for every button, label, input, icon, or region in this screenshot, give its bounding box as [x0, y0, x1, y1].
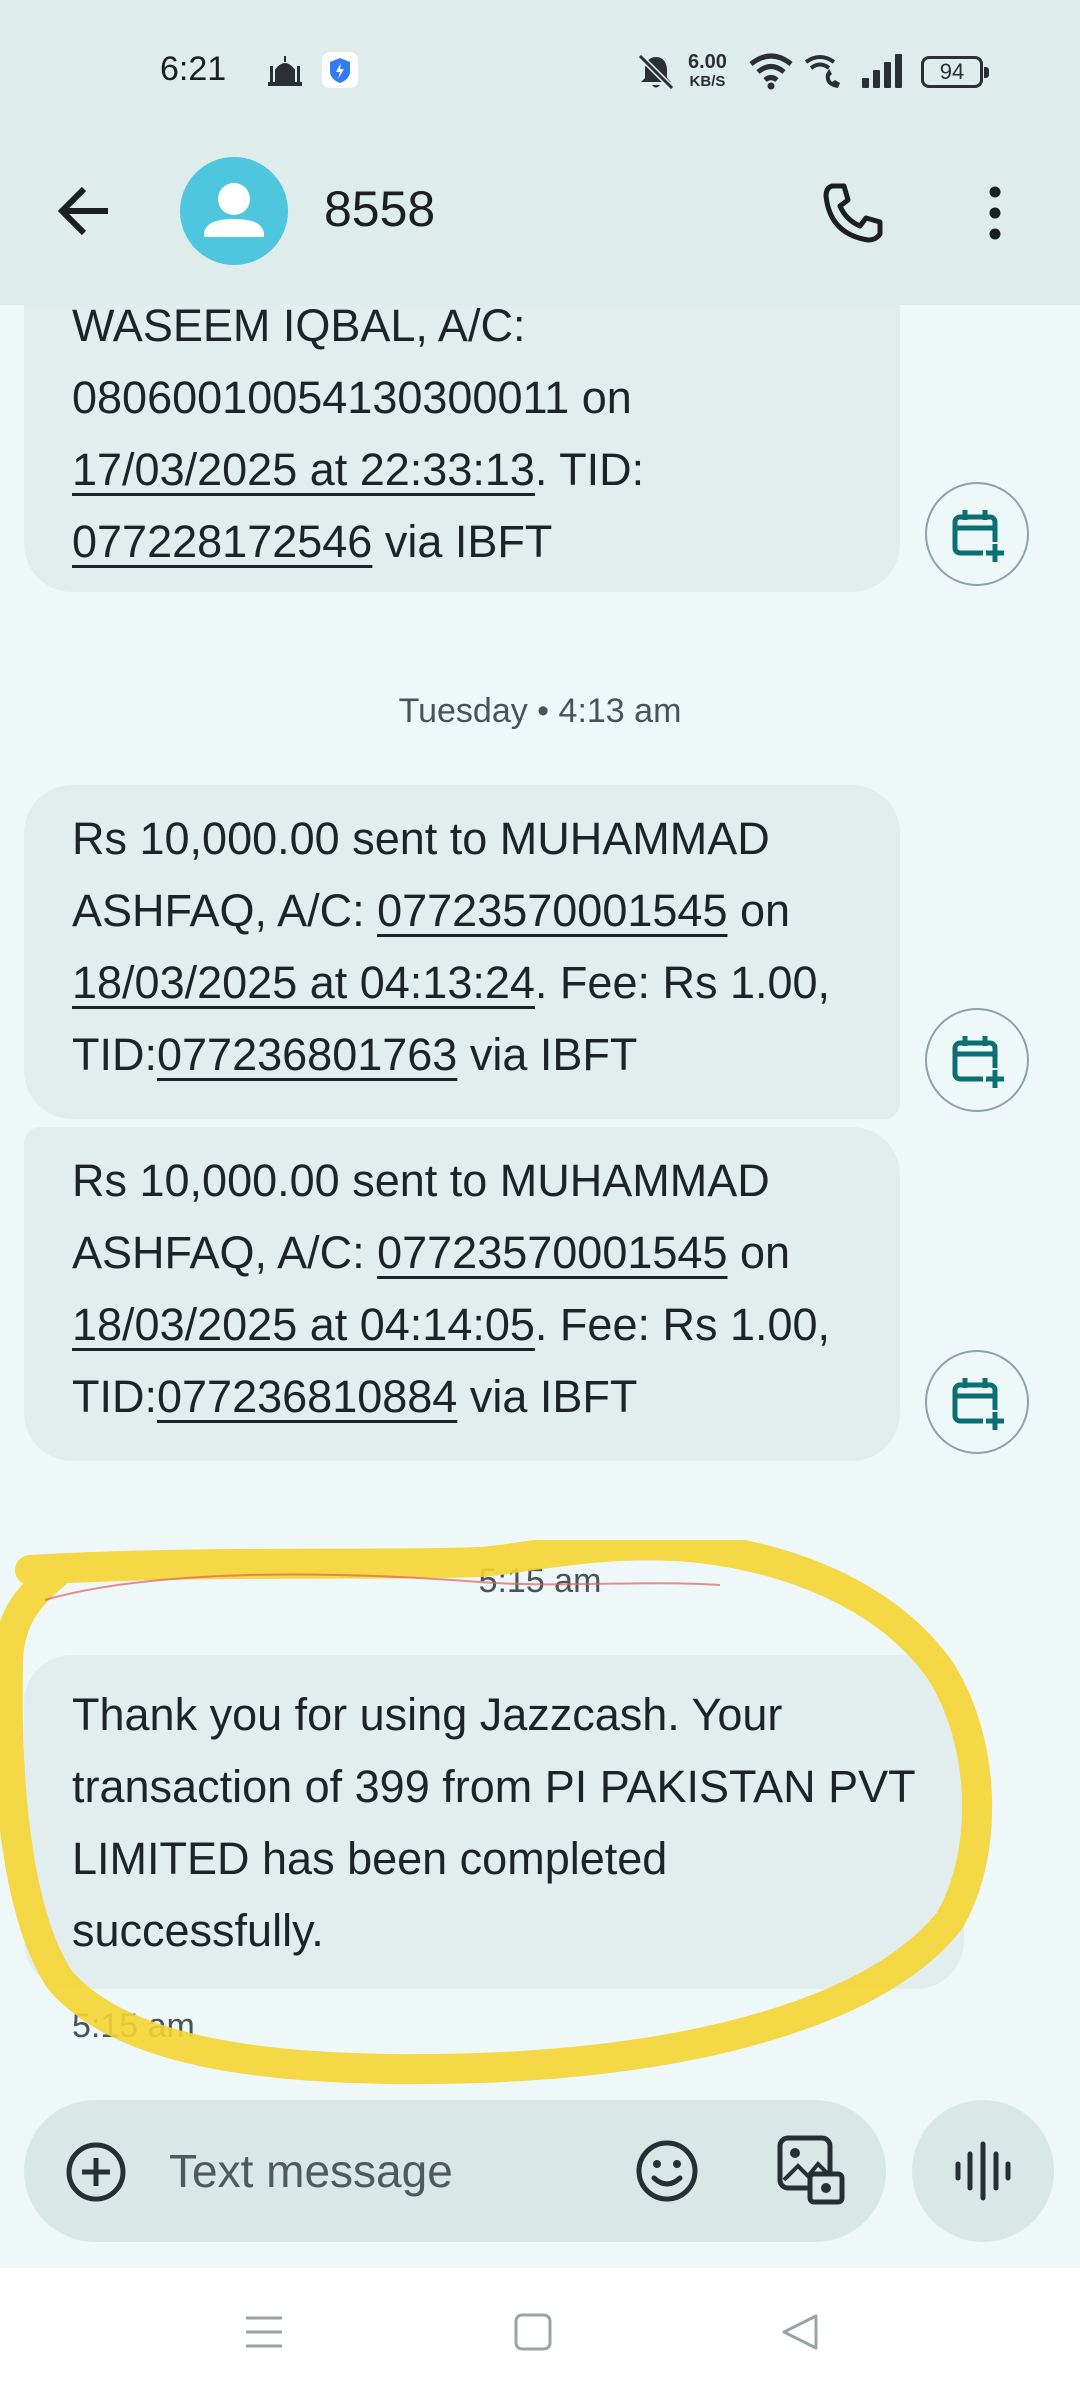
account-link[interactable]: 07723570001545	[377, 1227, 727, 1278]
message-text: 08060010054130300011 on	[72, 372, 632, 423]
menu-icon[interactable]	[244, 2312, 284, 2352]
message-text: . TID:	[534, 444, 645, 495]
calendar-add-icon	[952, 1378, 1007, 1432]
add-to-calendar-button[interactable]	[925, 482, 1029, 586]
message-input[interactable]: Text message	[169, 2144, 453, 2198]
message-bubble[interactable]: WASEEM IQBAL, A/C: 08060010054130300011 …	[24, 290, 900, 592]
wifi-icon	[749, 53, 793, 90]
status-bar: 6:21 6.00 KB/S 94	[0, 0, 1080, 140]
calendar-add-icon	[952, 1036, 1007, 1090]
phone-icon[interactable]	[818, 178, 888, 248]
back-arrow-icon[interactable]	[50, 175, 122, 247]
message-text: on	[727, 1227, 791, 1278]
voice-record-button[interactable]	[912, 2100, 1054, 2242]
add-to-calendar-button[interactable]	[925, 1350, 1029, 1454]
date-link[interactable]: 18/03/2025 at 04:14:05	[72, 1299, 535, 1350]
voice-icon	[955, 2141, 1011, 2201]
back-icon[interactable]	[780, 2312, 820, 2352]
message-text: via IBFT	[457, 1371, 638, 1422]
message-text: on	[727, 885, 791, 936]
wifi-calling-icon	[804, 55, 840, 88]
emoji-icon[interactable]	[634, 2138, 700, 2204]
message-text: via IBFT	[457, 1029, 638, 1080]
battery-icon: 94	[921, 56, 989, 88]
date-separator: Tuesday • 4:13 am	[398, 692, 682, 730]
status-time: 6:21	[160, 50, 227, 88]
add-icon[interactable]	[64, 2140, 128, 2204]
message-bubble[interactable]: Thank you for using Jazzcash. Your trans…	[24, 1655, 964, 1989]
mosque-icon	[268, 56, 302, 86]
avatar[interactable]	[180, 157, 288, 265]
system-nav-bar	[0, 2268, 1080, 2400]
account-link[interactable]: 07723570001545	[377, 885, 727, 936]
tid-link[interactable]: 077236810884	[157, 1371, 457, 1422]
tid-link[interactable]: 077228172546	[72, 516, 372, 567]
more-vert-icon[interactable]	[970, 178, 1020, 248]
message-text: via IBFT	[372, 516, 553, 567]
date-link[interactable]: 17/03/2025 at 22:33:13	[72, 444, 535, 495]
gallery-icon[interactable]	[776, 2134, 846, 2206]
top-app-bar: 6:21 6.00 KB/S 94 8558	[0, 0, 1080, 305]
add-to-calendar-button[interactable]	[925, 1008, 1029, 1112]
shield-app-icon	[322, 52, 358, 88]
message-bubble[interactable]: Rs 10,000.00 sent to MUHAMMAD ASHFAQ, A/…	[24, 785, 900, 1119]
person-icon	[204, 183, 264, 237]
net-speed-value: 6.00	[688, 51, 727, 73]
mute-bell-icon	[637, 53, 675, 91]
date-link[interactable]: 18/03/2025 at 04:13:24	[72, 957, 535, 1008]
contact-name[interactable]: 8558	[324, 180, 435, 238]
message-text: Thank you for using Jazzcash. Your trans…	[72, 1689, 915, 1956]
network-speed: 6.00 KB/S	[688, 52, 727, 92]
signal-icon	[862, 54, 902, 88]
compose-bar[interactable]: Text message	[24, 2100, 886, 2242]
home-icon[interactable]	[513, 2312, 553, 2352]
tid-link[interactable]: 077236801763	[157, 1029, 457, 1080]
net-speed-unit: KB/S	[689, 73, 726, 90]
message-text: WASEEM IQBAL, A/C:	[72, 300, 526, 351]
message-timestamp: 5:15 am	[72, 2007, 195, 2045]
conversation-thread[interactable]: WASEEM IQBAL, A/C: 08060010054130300011 …	[0, 0, 1080, 2260]
message-bubble[interactable]: Rs 10,000.00 sent to MUHAMMAD ASHFAQ, A/…	[24, 1127, 900, 1461]
calendar-add-icon	[952, 510, 1007, 564]
time-separator: 5:15 am	[478, 1562, 602, 1600]
